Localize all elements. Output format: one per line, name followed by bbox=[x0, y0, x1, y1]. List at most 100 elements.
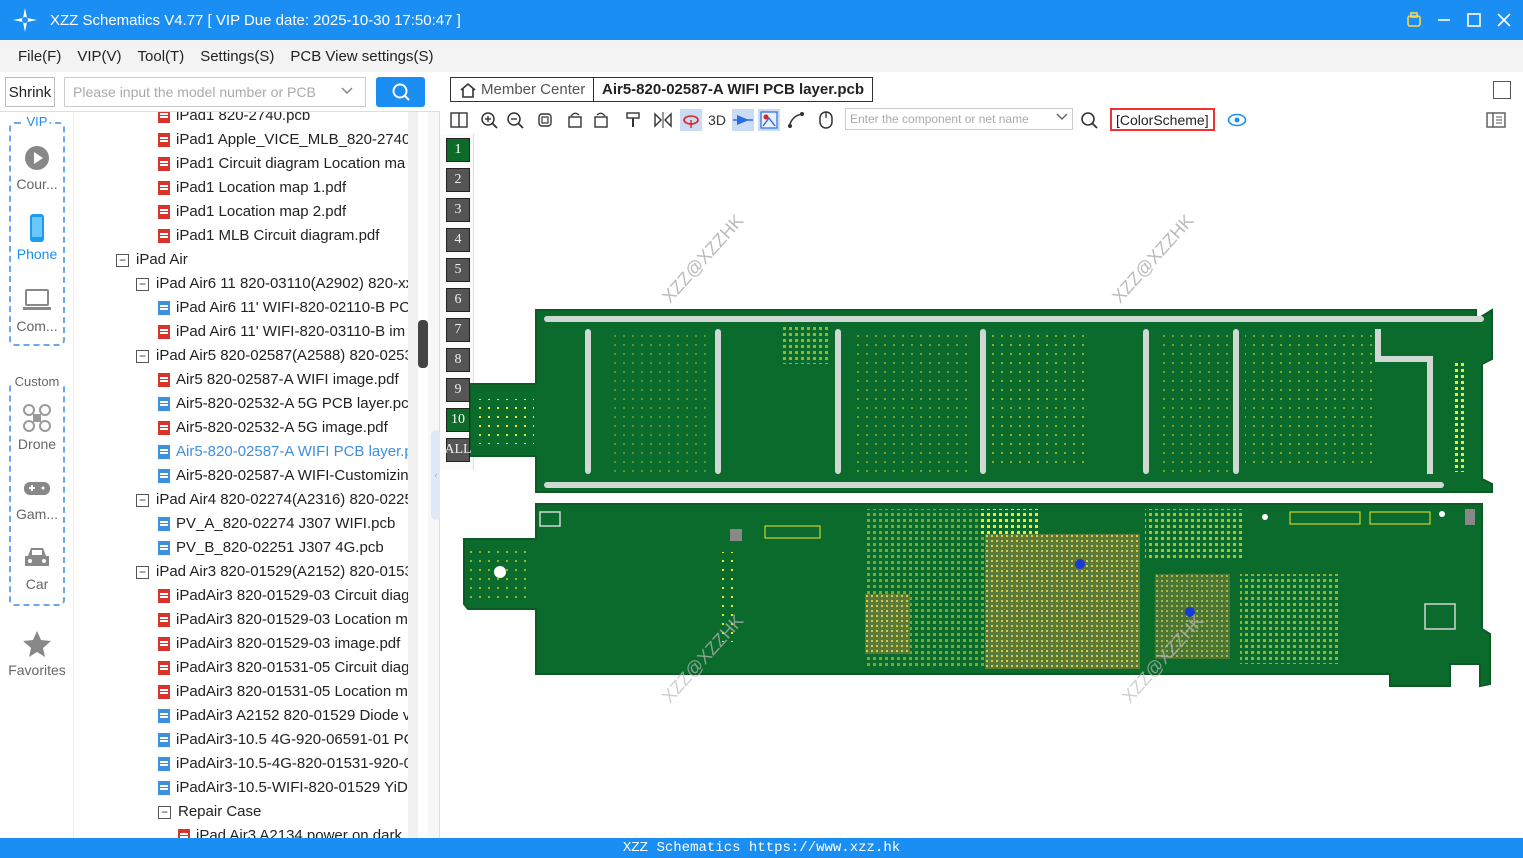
layer-button[interactable]: 8 bbox=[446, 348, 470, 372]
tree-file[interactable]: iPad1 820-2740.pcb bbox=[158, 112, 310, 128]
tab-member-center[interactable]: Member Center bbox=[450, 77, 595, 102]
layer-button[interactable]: 9 bbox=[446, 378, 470, 402]
tree-file[interactable]: iPadAir3 820-01529-03 Location m bbox=[158, 608, 408, 632]
tree-file[interactable]: iPad1 Apple_VICE_MLB_820-2740-A bbox=[158, 128, 408, 152]
collapse-icon[interactable]: − bbox=[116, 253, 129, 267]
tree-file[interactable]: iPad1 MLB Circuit diagram.pdf bbox=[158, 224, 379, 248]
rotate-right-icon[interactable] bbox=[590, 109, 612, 131]
tree-file[interactable]: Air5-820-02532-A 5G image.pdf bbox=[158, 416, 388, 440]
tree-file[interactable]: iPad1 Location map 1.pdf bbox=[158, 176, 346, 200]
tree-file[interactable]: PV_B_820-02251 J307 4G.pcb bbox=[158, 536, 384, 560]
tree-file[interactable]: iPadAir3 A2152 820-01529 Diode v bbox=[158, 704, 408, 728]
tree-file[interactable]: iPadAir3-10.5-4G-820-01531-920-0 bbox=[158, 752, 408, 776]
mirror-icon[interactable] bbox=[652, 109, 674, 131]
tree-file[interactable]: iPad Air3 A2134 power on dark bbox=[178, 824, 402, 838]
tree-scrollbar-thumb[interactable] bbox=[418, 320, 428, 368]
chevron-down-icon[interactable] bbox=[1055, 110, 1069, 127]
menu-settings[interactable]: Settings(S) bbox=[200, 48, 274, 65]
layer-button[interactable]: 5 bbox=[446, 258, 470, 282]
tree-folder[interactable]: − iPad Air4 820-02274(A2316) 820-0225 bbox=[136, 488, 408, 512]
tree-file[interactable]: PV_A_820-02274 J307 WIFI.pcb bbox=[158, 512, 395, 536]
trace-route-icon[interactable] bbox=[785, 109, 807, 131]
tree-file[interactable]: Air5 820-02587-A WIFI image.pdf bbox=[158, 368, 399, 392]
rotate-left-icon[interactable] bbox=[564, 109, 586, 131]
search-button[interactable] bbox=[376, 77, 425, 107]
pcb-file-icon bbox=[158, 733, 170, 747]
layer-button[interactable]: 4 bbox=[446, 228, 470, 252]
tree-folder[interactable]: − iPad Air5 820-02587(A2588) 820-0253 bbox=[136, 344, 408, 368]
format-painter-icon[interactable] bbox=[622, 109, 644, 131]
vip-badge-icon[interactable] bbox=[1405, 11, 1423, 29]
tree-file[interactable]: iPadAir3 820-01529-03 Circuit diag bbox=[158, 584, 408, 608]
tree-folder[interactable]: − Repair Case bbox=[158, 800, 261, 824]
menu-file[interactable]: File(F) bbox=[18, 48, 61, 65]
collapse-icon[interactable]: − bbox=[136, 277, 149, 291]
color-scheme-button[interactable]: [ColorScheme] bbox=[1110, 108, 1215, 131]
layer-button[interactable]: 3 bbox=[446, 198, 470, 222]
restore-window-icon[interactable] bbox=[1493, 81, 1511, 99]
layer-visibility-icon[interactable] bbox=[758, 109, 780, 131]
category-game[interactable]: Gam... bbox=[0, 474, 74, 522]
category-drone[interactable]: Drone bbox=[0, 404, 74, 452]
collapse-icon[interactable]: − bbox=[136, 565, 149, 579]
tree-file[interactable]: iPad1 Circuit diagram Location ma bbox=[158, 152, 405, 176]
close-icon[interactable] bbox=[1495, 11, 1513, 29]
layer-button[interactable]: ALL bbox=[444, 438, 472, 462]
shrink-button[interactable]: Shrink bbox=[5, 77, 55, 107]
tree-folder[interactable]: − iPad Air bbox=[116, 248, 188, 272]
category-computer[interactable]: Com... bbox=[0, 286, 74, 334]
layer-button[interactable]: 7 bbox=[446, 318, 470, 342]
eye-icon[interactable] bbox=[1226, 109, 1248, 131]
tree-file[interactable]: iPad Air6 11' WIFI-820-02110-B PC bbox=[158, 296, 408, 320]
file-tree: iPad1 820-2740.pcb iPad1 Apple_VICE_MLB_8… bbox=[74, 112, 408, 838]
minimize-icon[interactable] bbox=[1435, 11, 1453, 29]
tree-scrollbar-track[interactable] bbox=[408, 112, 418, 838]
tree-file[interactable]: iPadAir3 820-01531-05 Circuit diag bbox=[158, 656, 408, 680]
tree-file[interactable]: iPadAir3 820-01531-05 Location m bbox=[158, 680, 408, 704]
flip-board-icon[interactable] bbox=[680, 109, 702, 131]
category-label: Drone bbox=[17, 436, 57, 452]
tab-active-pcb[interactable]: Air5-820-02587-A WIFI PCB layer.pcb bbox=[593, 77, 874, 102]
category-favorites[interactable]: Favorites bbox=[0, 630, 74, 678]
model-search-input[interactable] bbox=[64, 77, 366, 107]
menu-pcb-view-settings[interactable]: PCB View settings(S) bbox=[290, 48, 433, 65]
chevron-down-icon[interactable] bbox=[340, 84, 354, 98]
collapse-icon[interactable]: − bbox=[136, 349, 149, 363]
layer-button[interactable]: 2 bbox=[446, 168, 470, 192]
tree-file[interactable]: Air5-820-02532-A 5G PCB layer.pcb bbox=[158, 392, 408, 416]
3d-view-button[interactable]: 3D bbox=[705, 109, 729, 131]
tree-file[interactable]: iPad Air6 11' WIFI-820-03110-B im bbox=[158, 320, 405, 344]
zoom-in-icon[interactable] bbox=[478, 109, 500, 131]
split-view-icon[interactable] bbox=[448, 109, 470, 131]
component-search-input[interactable] bbox=[845, 108, 1073, 130]
pcb-board-view[interactable]: XZZ@XZZHK XZZ@XZZHK XZZ@XZZHK XZZ@XZZHK bbox=[440, 134, 1523, 838]
tree-file[interactable]: iPadAir3-10.5-WIFI-820-01529 YiDi bbox=[158, 776, 408, 800]
layer-button[interactable]: 10 bbox=[446, 408, 470, 432]
tree-file[interactable]: Air5-820-02587-A WIFI PCB layer.p bbox=[158, 440, 408, 464]
layer-button[interactable]: 6 bbox=[446, 288, 470, 312]
collapse-icon[interactable]: − bbox=[158, 805, 171, 819]
tree-file[interactable]: iPad1 Location map 2.pdf bbox=[158, 200, 346, 224]
search-icon[interactable] bbox=[1078, 109, 1100, 131]
mouse-mode-icon[interactable] bbox=[815, 109, 837, 131]
category-courses[interactable]: Cour... bbox=[0, 144, 74, 192]
side-panel-toggle-icon[interactable] bbox=[1485, 109, 1507, 131]
category-phone[interactable]: Phone bbox=[0, 214, 74, 262]
highlight-net-icon[interactable] bbox=[732, 109, 754, 131]
pcb-canvas[interactable]: XZZ@XZZHK XZZ@XZZHK XZZ@XZZHK XZZ@XZZHK … bbox=[440, 134, 1523, 838]
fit-view-icon[interactable] bbox=[534, 109, 556, 131]
zoom-out-icon[interactable] bbox=[504, 109, 526, 131]
tree-file[interactable]: Air5-820-02587-A WIFI-Customizin bbox=[158, 464, 408, 488]
star-icon bbox=[23, 631, 51, 657]
collapse-icon[interactable]: − bbox=[136, 493, 149, 507]
category-car[interactable]: Car bbox=[0, 544, 74, 592]
maximize-icon[interactable] bbox=[1465, 11, 1483, 29]
layer-button[interactable]: 1 bbox=[446, 138, 470, 162]
tree-item-label: iPad1 MLB Circuit diagram.pdf bbox=[176, 227, 380, 244]
tree-folder[interactable]: − iPad Air3 820-01529(A2152) 820-0153 bbox=[136, 560, 408, 584]
tree-folder[interactable]: − iPad Air6 11 820-03110(A2902) 820-xx bbox=[136, 272, 408, 296]
tree-file[interactable]: iPadAir3 820-01529-03 image.pdf bbox=[158, 632, 400, 656]
menu-tool[interactable]: Tool(T) bbox=[138, 48, 185, 65]
tree-file[interactable]: iPadAir3-10.5 4G-920-06591-01 PC bbox=[158, 728, 408, 752]
menu-vip[interactable]: VIP(V) bbox=[77, 48, 121, 65]
